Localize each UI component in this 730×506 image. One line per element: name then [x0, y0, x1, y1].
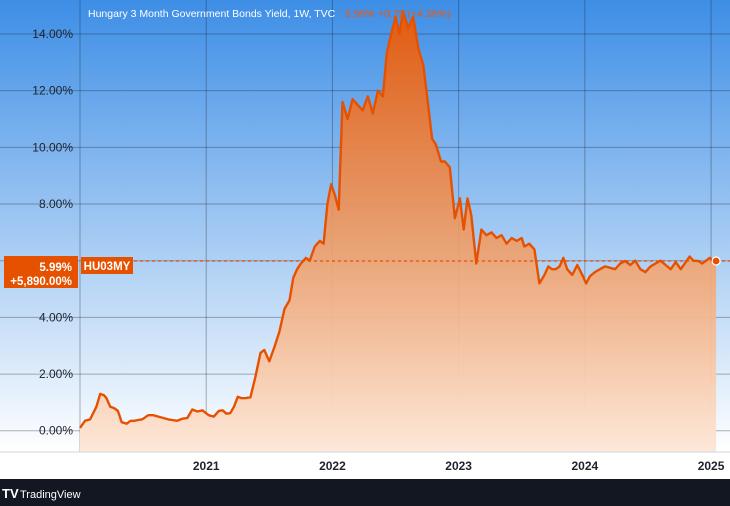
- price-tag-percent: +5,890.00%: [10, 276, 72, 288]
- x-tick-label: 2025: [698, 459, 725, 473]
- y-tick-label: 2.00%: [39, 367, 73, 381]
- y-tick-label: 4.00%: [39, 310, 73, 324]
- y-tick-label: 10.00%: [32, 140, 73, 154]
- symbol-tag-label: HU03MY: [84, 261, 131, 273]
- x-tick-label: 2023: [445, 459, 472, 473]
- chart-container: 0.00%2.00%4.00%6.00%8.00%10.00%12.00%14.…: [0, 0, 730, 506]
- y-tick-label: 14.00%: [32, 27, 73, 41]
- x-axis-band: [0, 452, 730, 479]
- header-change: +0.25 (+4.36%): [378, 8, 450, 20]
- last-price-dot: [711, 256, 721, 266]
- price-tag-value: 5.99%: [39, 262, 72, 274]
- brand: TV TradingView: [2, 486, 81, 501]
- brand-name: TradingView: [20, 489, 81, 501]
- y-tick-label: 0.00%: [39, 424, 73, 438]
- chart-header: Hungary 3 Month Government Bonds Yield, …: [88, 8, 450, 20]
- chart-svg: 0.00%2.00%4.00%6.00%8.00%10.00%12.00%14.…: [0, 0, 730, 506]
- y-tick-label: 12.00%: [32, 84, 73, 98]
- x-tick-label: 2022: [319, 459, 346, 473]
- header-price: 5.99%: [345, 8, 375, 20]
- y-tick-label: 8.00%: [39, 197, 73, 211]
- chart-title: Hungary 3 Month Government Bonds Yield, …: [88, 8, 336, 20]
- x-tick-label: 2021: [193, 459, 220, 473]
- footer-bar: [0, 479, 730, 506]
- x-tick-label: 2024: [572, 459, 599, 473]
- tradingview-logo-icon: TV: [2, 486, 19, 501]
